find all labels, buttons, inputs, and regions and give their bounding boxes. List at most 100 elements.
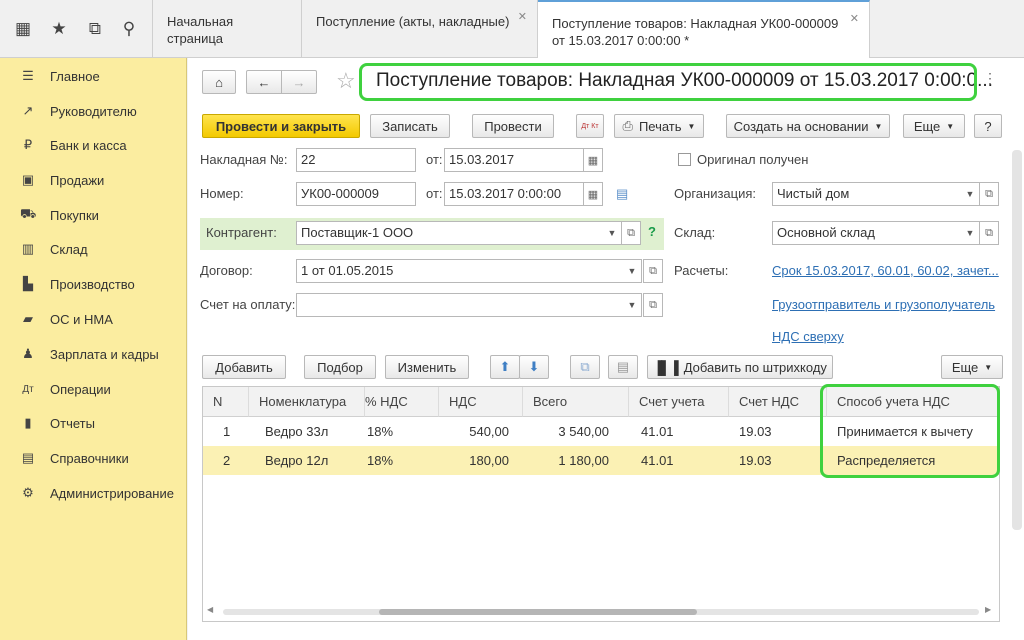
sidebar-item-references[interactable]: ▤ Справочники [20, 448, 129, 468]
column-header[interactable]: % НДС [365, 387, 439, 417]
close-icon[interactable]: ✕ [518, 9, 527, 26]
invoice-no-field[interactable]: 22 [296, 148, 416, 172]
more-options-icon[interactable]: ⋮ [983, 70, 997, 87]
chevron-down-icon[interactable]: ▼ [961, 222, 979, 244]
forward-button[interactable]: → [281, 70, 317, 94]
sidebar-item-sales[interactable]: ▣ Продажи [20, 170, 104, 190]
sidebar-item-label: Справочники [50, 450, 129, 466]
sidebar-item-purchases[interactable]: ⛟ Покупки [20, 205, 99, 225]
tab-document[interactable]: Поступление товаров: Накладная УК00-0000… [538, 0, 870, 59]
column-header[interactable]: Всего [523, 387, 629, 417]
invoice-date-field[interactable]: 15.03.2017 [444, 148, 584, 172]
pick-button[interactable]: Подбор [304, 355, 376, 379]
invoice-date-label: от: [426, 152, 443, 167]
move-down-button[interactable]: ⬇ [519, 355, 549, 379]
scroll-left-icon[interactable]: ◀ [207, 605, 219, 617]
open-icon[interactable]: ⧉ [643, 293, 663, 317]
sidebar-item-admin[interactable]: ⚙ Администрирование [20, 483, 174, 503]
column-header[interactable]: Номенклатура [249, 387, 365, 417]
save-button[interactable]: Записать [370, 114, 450, 138]
tab-home[interactable]: Начальная страница [152, 0, 302, 58]
home-button[interactable]: ⌂ [202, 70, 236, 94]
copy-button[interactable]: ⧉ [570, 355, 600, 379]
open-icon[interactable]: ⧉ [643, 259, 663, 283]
title-highlight [359, 63, 977, 101]
sidebar-item-manager[interactable]: ↗ Руководителю [20, 101, 137, 121]
calendar-icon[interactable]: ▦ [583, 148, 603, 172]
table-more-button[interactable]: Еще ▼ [941, 355, 1003, 379]
sidebar-item-salary[interactable]: ♟ Зарплата и кадры [20, 344, 159, 364]
sidebar-item-label: Главное [50, 68, 100, 84]
open-icon[interactable]: ⧉ [979, 221, 999, 245]
scrollbar-thumb[interactable] [379, 609, 697, 615]
print-button[interactable]: ⎙ Печать ▼ [614, 114, 704, 138]
sidebar-item-warehouse[interactable]: ▥ Склад [20, 239, 88, 259]
pay-invoice-field[interactable]: ▼ [296, 293, 642, 317]
factory-icon: ▙ [23, 276, 33, 291]
column-header[interactable]: Счет НДС [729, 387, 827, 417]
back-button[interactable]: ← [246, 70, 282, 94]
scroll-right-icon[interactable]: ▶ [985, 605, 997, 617]
vat-rate: 18% [367, 453, 394, 468]
settlements-link[interactable]: Срок 15.03.2017, 60.01, 60.02, зачет... [772, 261, 1000, 281]
counterparty-field[interactable]: Поставщик-1 ООО ▼ [296, 221, 622, 245]
sidebar-item-bank[interactable]: ₽ Банк и касса [20, 135, 127, 155]
warehouse-field[interactable]: Основной склад ▼ [772, 221, 980, 245]
sidebar-item-production[interactable]: ▙ Производство [20, 274, 135, 294]
add-row-button[interactable]: Добавить [202, 355, 286, 379]
tab-receipts[interactable]: Поступление (акты, накладные) ✕ [302, 0, 538, 58]
pay-invoice-label: Счет на оплату: [200, 297, 296, 312]
help-icon[interactable]: ? [648, 224, 656, 239]
row-number: 2 [223, 453, 231, 468]
paste-button[interactable]: ▤ [608, 355, 638, 379]
print-label: Печать [638, 118, 682, 134]
post-button[interactable]: Провести [472, 114, 554, 138]
arrow-down-icon: ⬇ [528, 359, 540, 374]
create-based-on-button[interactable]: Создать на основании ▼ [726, 114, 890, 138]
vertical-scrollbar[interactable] [1012, 150, 1022, 530]
help-button[interactable]: ? [974, 114, 1002, 138]
number-label: Номер: [200, 186, 244, 201]
vat-account: 19.03 [739, 424, 772, 439]
open-icon[interactable]: ⧉ [979, 182, 999, 206]
sidebar-item-main[interactable]: ☰ Главное [20, 66, 100, 86]
more-button[interactable]: Еще ▼ [903, 114, 965, 138]
favorites-star-icon[interactable]: ★ [46, 16, 72, 42]
search-icon[interactable]: ⚲ [116, 16, 142, 42]
sidebar-item-operations[interactable]: Дт Операции [20, 379, 111, 399]
trend-icon: ↗ [22, 103, 34, 118]
sidebar-item-assets[interactable]: ▰ ОС и НМА [20, 309, 113, 329]
open-icon[interactable]: ⧉ [621, 221, 641, 245]
warehouse-icon: ▥ [21, 241, 35, 256]
apps-grid-icon[interactable]: ▦ [10, 16, 36, 42]
original-received-checkbox[interactable] [678, 153, 691, 166]
shipper-consignee-link[interactable]: Грузоотправитель и грузополучатель [772, 295, 995, 315]
chevron-down-icon[interactable]: ▼ [603, 222, 621, 244]
number-field[interactable]: УК00-000009 [296, 182, 416, 206]
change-button[interactable]: Изменить [385, 355, 469, 379]
sidebar-item-reports[interactable]: ▮ Отчеты [20, 413, 95, 433]
favorite-star-icon[interactable]: ☆ [336, 68, 356, 94]
add-by-barcode-button[interactable]: ▐▌▐ Добавить по штрихкоду [647, 355, 833, 379]
chevron-down-icon[interactable]: ▼ [961, 183, 979, 205]
number-date-field[interactable]: 15.03.2017 0:00:00 [444, 182, 584, 206]
vat-amount: 540,00 [469, 424, 509, 439]
vat-on-top-link[interactable]: НДС сверху [772, 327, 844, 347]
column-header[interactable]: Счет учета [629, 387, 729, 417]
history-icon[interactable]: ⧉ [82, 16, 108, 42]
chevron-down-icon[interactable]: ▼ [623, 294, 641, 316]
close-icon[interactable]: ✕ [850, 11, 859, 28]
column-header[interactable]: N [203, 387, 249, 417]
sidebar-item-label: Зарплата и кадры [50, 346, 159, 362]
move-up-button[interactable]: ⬆ [490, 355, 520, 379]
comment-icon[interactable]: ▤ [616, 186, 628, 202]
organization-field[interactable]: Чистый дом ▼ [772, 182, 980, 206]
column-header[interactable]: НДС [439, 387, 523, 417]
dt-kt-button[interactable]: Дт Кт [576, 114, 604, 138]
calendar-icon[interactable]: ▦ [583, 182, 603, 206]
create-based-label: Создать на основании [733, 118, 869, 134]
item-name: Ведро 33л [265, 424, 329, 439]
post-and-close-button[interactable]: Провести и закрыть [202, 114, 360, 138]
chevron-down-icon[interactable]: ▼ [623, 260, 641, 282]
contract-field[interactable]: 1 от 01.05.2015 ▼ [296, 259, 642, 283]
